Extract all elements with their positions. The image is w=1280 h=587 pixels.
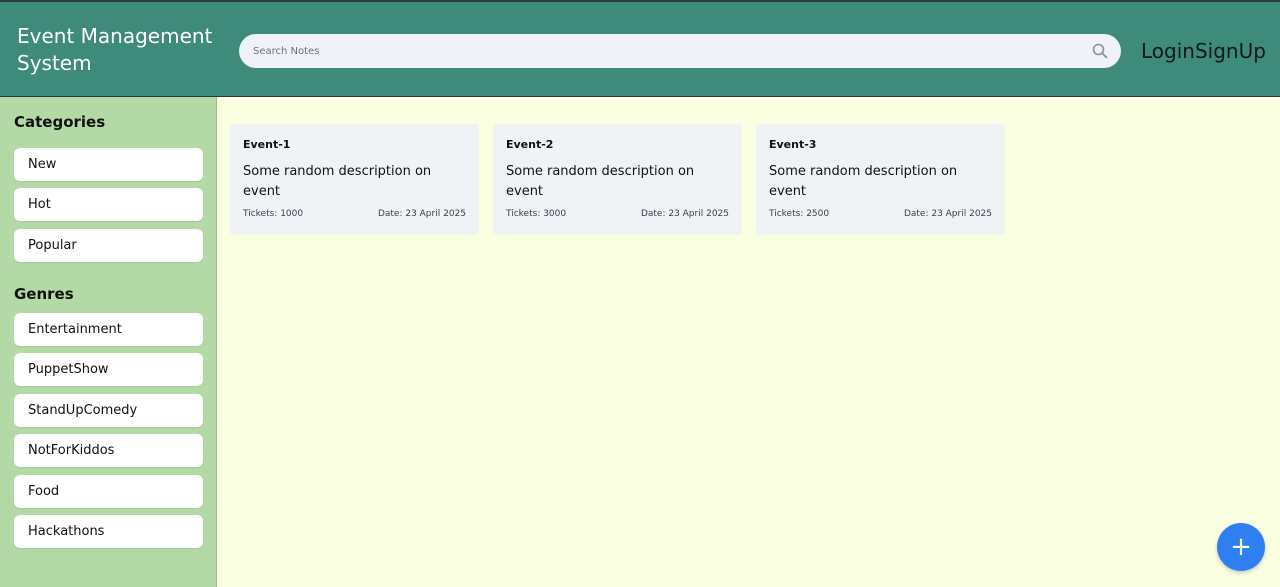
app-title-line2: System [17,51,92,75]
category-item-popular[interactable]: Popular [14,229,203,262]
category-item-new[interactable]: New [14,148,203,181]
add-event-button[interactable]: + [1217,523,1265,571]
search-icon[interactable] [1092,43,1108,59]
event-tickets: Tickets: 2500 [769,209,830,219]
genre-item-standupcomedy[interactable]: StandUpComedy [14,394,203,427]
categories-heading: Categories [14,113,106,131]
event-date: Date: 23 April 2025 [903,209,992,219]
genre-item-food[interactable]: Food [14,475,203,508]
event-card[interactable]: Event-3 Some random description on event… [756,124,1005,235]
signup-link[interactable]: SignUp [1195,39,1266,63]
top-navbar: Event Management System LoginSignUp [0,0,1280,97]
event-tickets: Tickets: 1000 [243,209,304,219]
genre-item-puppetshow[interactable]: PuppetShow [14,353,203,386]
app-title-line1: Event Management [17,24,213,48]
plus-icon: + [1230,532,1252,562]
event-description: Some random description on event [243,164,432,199]
event-date: Date: 23 April 2025 [640,209,729,219]
event-tickets: Tickets: 3000 [506,209,567,219]
search-bar[interactable] [239,34,1121,68]
category-item-hot[interactable]: Hot [14,188,203,221]
event-title: Event-2 [506,138,554,151]
event-date: Date: 23 April 2025 [377,209,466,219]
genre-item-entertainment[interactable]: Entertainment [14,313,203,346]
app-title: Event Management System [17,23,227,77]
genre-item-notforkiddos[interactable]: NotForKiddos [14,434,203,467]
event-description: Some random description on event [506,164,695,199]
login-link[interactable]: Login [1141,39,1195,63]
event-title: Event-1 [243,138,291,151]
genres-heading: Genres [14,285,74,303]
auth-links: LoginSignUp [1141,38,1266,64]
genre-item-hackathons[interactable]: Hackathons [14,515,203,548]
search-input[interactable] [253,34,1073,68]
event-card[interactable]: Event-1 Some random description on event… [230,124,479,235]
sidebar: Categories New Hot Popular Genres Entert… [0,97,217,587]
event-card[interactable]: Event-2 Some random description on event… [493,124,742,235]
event-title: Event-3 [769,138,817,151]
event-description: Some random description on event [769,164,958,199]
